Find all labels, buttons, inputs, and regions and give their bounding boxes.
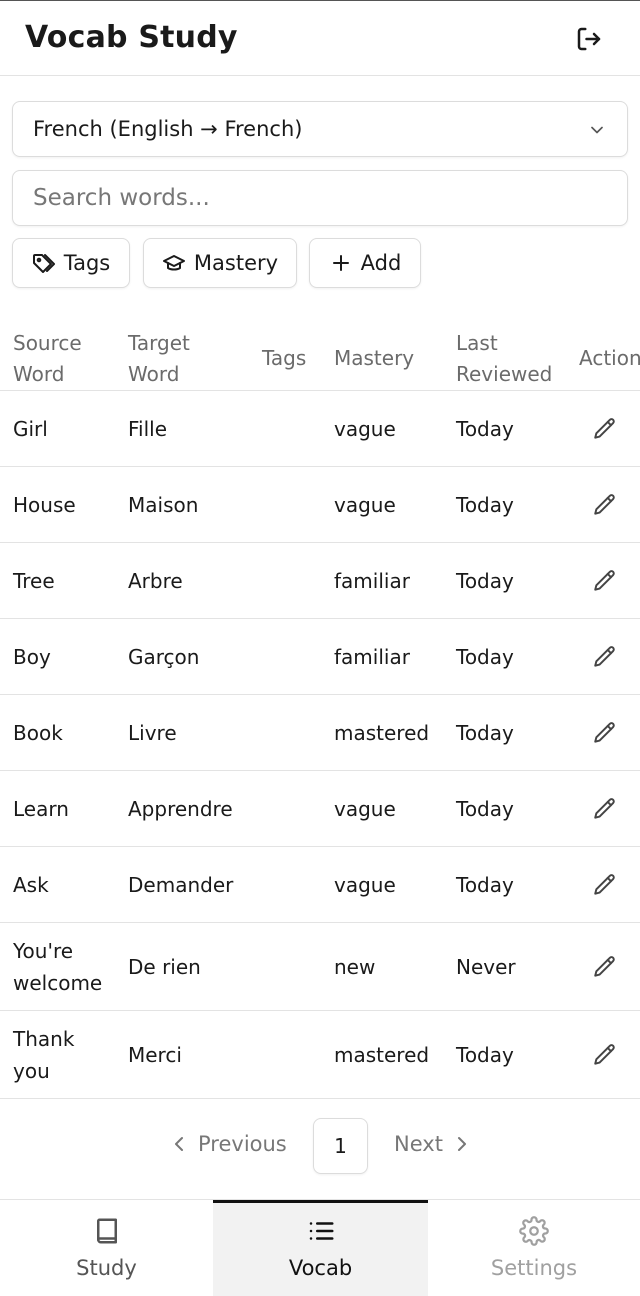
nav-tab-study[interactable]: Study (0, 1200, 213, 1296)
target-word-cell: Fille (128, 416, 168, 441)
table-row: Thank you Merci mastered Today (0, 1011, 640, 1099)
nav-tab-study-label: Study (76, 1256, 137, 1280)
last-reviewed-cell: Today (456, 796, 514, 821)
mastery-cell: new (334, 954, 376, 979)
last-reviewed-cell: Today (456, 720, 514, 745)
mastery-cell: vague (334, 872, 396, 897)
source-word-cell: You're welcome (13, 938, 103, 995)
last-reviewed-cell: Today (456, 416, 514, 441)
mastery-cell: familiar (334, 568, 410, 593)
vocab-table: Source Word Target Word Tags Mastery Las… (0, 326, 640, 1099)
source-word-cell: Ask (13, 872, 49, 897)
last-reviewed-cell: Never (456, 954, 516, 979)
add-word-button[interactable]: Add (309, 238, 421, 288)
last-reviewed-cell: Today (456, 568, 514, 593)
target-word-cell: Merci (128, 1042, 182, 1067)
chevron-right-icon (457, 1137, 466, 1151)
previous-page-button[interactable]: Previous (172, 1132, 287, 1156)
chevron-down-icon (591, 126, 603, 134)
logout-icon[interactable] (574, 24, 604, 54)
edit-pencil-icon[interactable] (592, 1042, 618, 1068)
table-row: Ask Demander vague Today (0, 847, 640, 923)
target-word-cell: Arbre (128, 568, 183, 593)
last-reviewed-cell: Today (456, 872, 514, 897)
gear-icon (519, 1216, 549, 1246)
language-select[interactable]: French (English → French) (12, 101, 628, 157)
table-row: Learn Apprendre vague Today (0, 771, 640, 847)
mastery-cell: vague (334, 796, 396, 821)
table-row: Boy Garçon familiar Today (0, 619, 640, 695)
tags-filter-button[interactable]: Tags (12, 238, 130, 288)
source-word-cell: Tree (13, 568, 55, 593)
edit-pencil-icon[interactable] (592, 796, 618, 822)
last-reviewed-cell: Today (456, 1042, 514, 1067)
list-icon (309, 1222, 333, 1240)
edit-pencil-icon[interactable] (592, 568, 618, 594)
search-input[interactable] (12, 170, 628, 226)
mastery-cell: mastered (334, 1042, 430, 1067)
table-header: Source Word Target Word Tags Mastery Las… (0, 326, 640, 391)
edit-pencil-icon[interactable] (592, 954, 618, 980)
table-row: House Maison vague Today (0, 467, 640, 543)
table-row: Tree Arbre familiar Today (0, 543, 640, 619)
mastery-cell: mastered (334, 720, 430, 745)
tags-filter-label: Tags (63, 251, 111, 275)
table-row: You're welcome De rien new Never (0, 923, 640, 1011)
last-reviewed-cell: Today (456, 644, 514, 669)
column-header-mastery[interactable]: Mastery (334, 343, 414, 374)
source-word-cell: Boy (13, 644, 51, 669)
mastery-cell: vague (334, 416, 396, 441)
edit-pencil-icon[interactable] (592, 644, 618, 670)
column-header-actions: Actions (579, 346, 640, 370)
pagination: Previous 1 Next (0, 1118, 640, 1174)
previous-page-label: Previous (198, 1132, 287, 1156)
last-reviewed-cell: Today (456, 492, 514, 517)
source-word-cell: House (13, 492, 76, 517)
table-body: Girl Fille vague Today House Maison vague Today… (0, 391, 640, 1099)
mastery-filter-label: Mastery (193, 251, 279, 275)
target-word-cell: Demander (128, 872, 234, 897)
source-word-cell: Book (13, 720, 63, 745)
add-word-label: Add (360, 251, 402, 275)
nav-tab-vocab-label: Vocab (288, 1256, 353, 1280)
mastery-cell: familiar (334, 644, 410, 669)
nav-tab-settings[interactable]: Settings (428, 1200, 640, 1296)
page-title: Vocab Study (25, 20, 238, 55)
column-header-source[interactable]: Source Word (13, 328, 109, 390)
edit-pencil-icon[interactable] (592, 872, 618, 898)
app-header: Vocab Study (0, 1, 640, 76)
target-word-cell: Garçon (128, 644, 200, 669)
plus-icon (332, 255, 349, 271)
graduation-cap-icon (162, 255, 185, 271)
edit-pencil-icon[interactable] (592, 416, 618, 442)
target-word-cell: Maison (128, 492, 199, 517)
mastery-cell: vague (334, 492, 396, 517)
source-word-cell: Learn (13, 796, 69, 821)
tag-icon (32, 254, 55, 273)
target-word-cell: De rien (128, 954, 201, 979)
next-page-label: Next (394, 1132, 443, 1156)
chevron-left-icon (175, 1137, 183, 1151)
current-page-button[interactable]: 1 (313, 1118, 368, 1174)
source-word-cell: Thank you (13, 1026, 75, 1083)
column-header-last-reviewed[interactable]: Last Reviewed (456, 328, 566, 390)
edit-pencil-icon[interactable] (592, 720, 618, 746)
column-header-target[interactable]: Target Word (128, 328, 224, 390)
next-page-button[interactable]: Next (394, 1132, 469, 1156)
target-word-cell: Apprendre (128, 796, 233, 821)
language-select-value: French (English → French) (33, 117, 303, 141)
bottom-navigation: Study Vocab Settings (0, 1199, 640, 1296)
source-word-cell: Girl (13, 416, 48, 441)
table-row: Girl Fille vague Today (0, 391, 640, 467)
target-word-cell: Livre (128, 720, 177, 745)
edit-pencil-icon[interactable] (592, 492, 618, 518)
nav-tab-settings-label: Settings (490, 1256, 578, 1280)
mastery-filter-button[interactable]: Mastery (143, 238, 297, 288)
book-icon (96, 1218, 117, 1244)
column-header-tags[interactable]: Tags (262, 343, 306, 374)
table-row: Book Livre mastered Today (0, 695, 640, 771)
nav-tab-vocab[interactable]: Vocab (213, 1200, 428, 1296)
